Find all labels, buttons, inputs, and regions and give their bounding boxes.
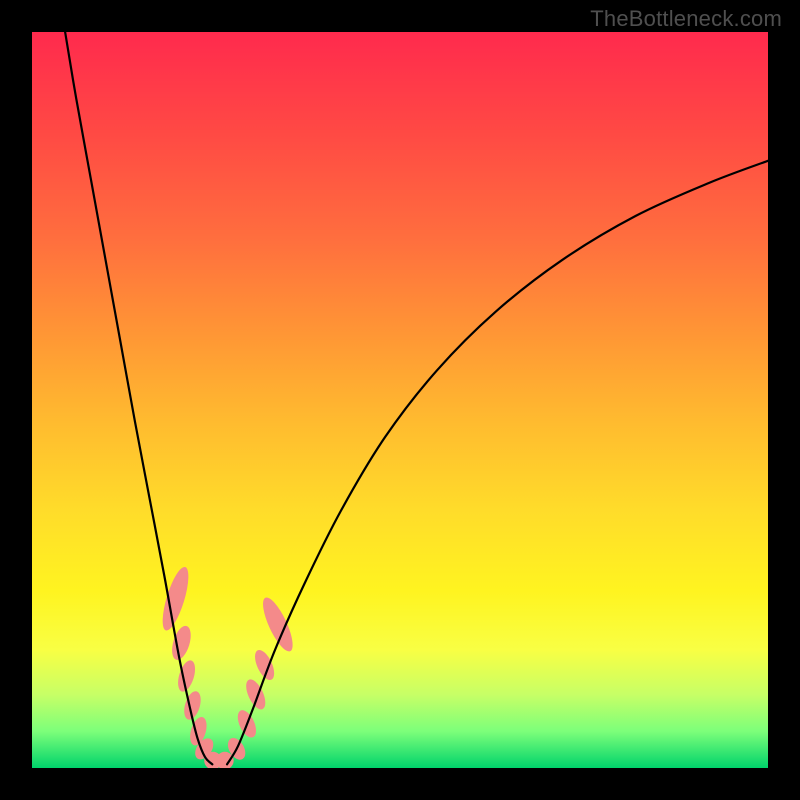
watermark-text: TheBottleneck.com [590,6,782,32]
curve-right-branch [227,161,768,765]
scatter-pill [157,564,193,633]
chart-frame: TheBottleneck.com [0,0,800,800]
scatter-pill [169,624,195,663]
marker-layer [157,564,298,768]
plot-area [32,32,768,768]
scatter-pill [242,677,269,713]
curve-left-branch [65,32,212,764]
chart-svg [32,32,768,768]
